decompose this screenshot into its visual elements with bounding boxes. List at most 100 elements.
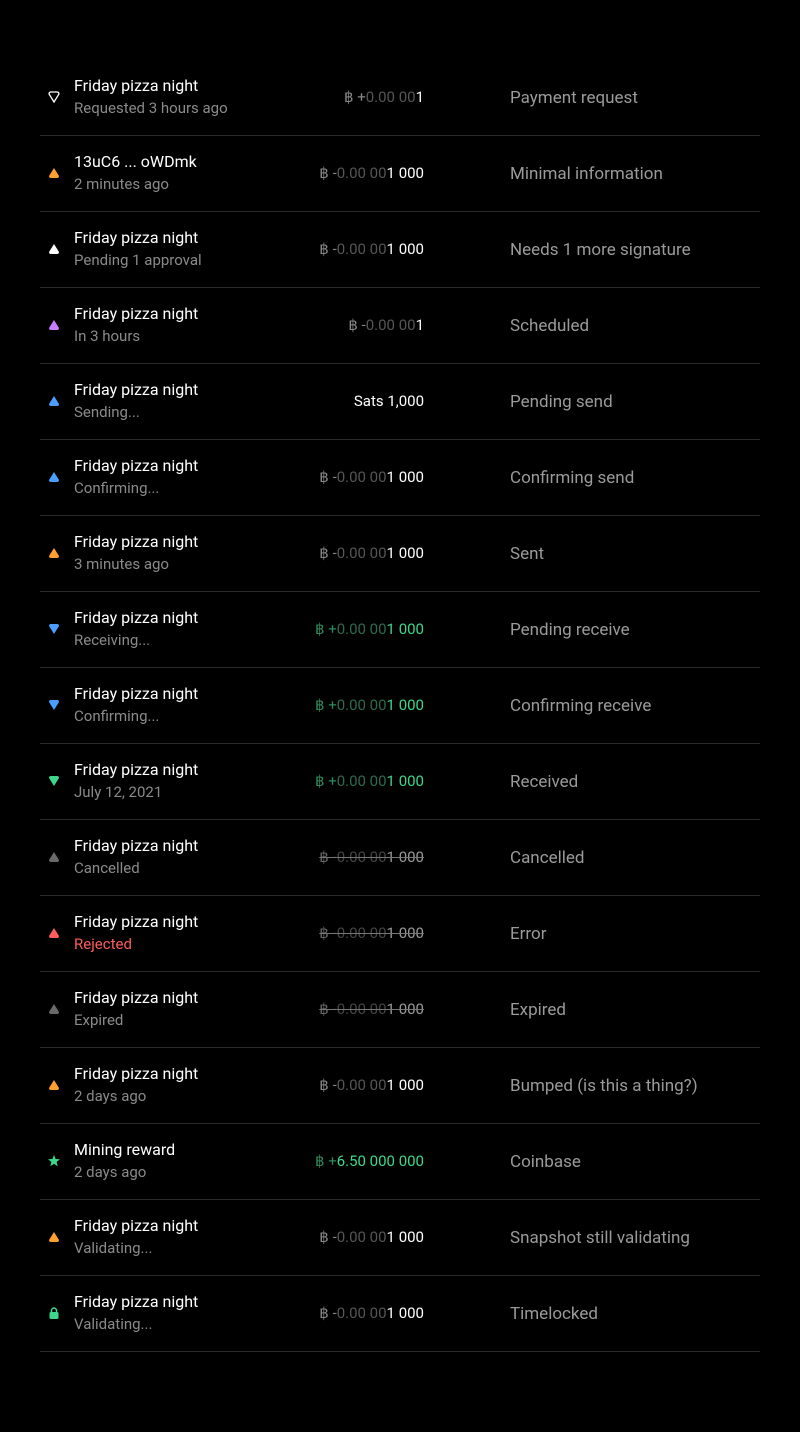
transaction-subtitle: Receiving... [74, 631, 254, 651]
transaction-row[interactable]: Friday pizza night Requested 3 hours ago… [40, 60, 760, 136]
transaction-subtitle: July 12, 2021 [74, 783, 254, 803]
transaction-subtitle: Pending 1 approval [74, 251, 254, 271]
transaction-title: Friday pizza night [74, 380, 254, 401]
transaction-description: Minimal information [510, 164, 663, 184]
transaction-row[interactable]: Friday pizza night Validating... ฿ -0.00… [40, 1276, 760, 1352]
transaction-amount: ฿ -0.00 001 [254, 316, 424, 334]
transaction-subtitle: In 3 hours [74, 327, 254, 347]
transaction-subtitle: Confirming... [74, 479, 254, 499]
transaction-amount: ฿ -0.00 001 000 [254, 544, 424, 562]
transaction-amount: ฿ -0.00 001 000 [254, 164, 424, 182]
transaction-description: Needs 1 more signature [510, 240, 691, 260]
transaction-row[interactable]: Friday pizza night In 3 hours ฿ -0.00 00… [40, 288, 760, 364]
transaction-description: Payment request [510, 88, 638, 108]
triangle-up-icon [40, 1002, 68, 1016]
transaction-subtitle: Sending... [74, 403, 254, 423]
transaction-description: Snapshot still validating [510, 1228, 690, 1248]
transaction-row[interactable]: Friday pizza night Rejected ฿ -0.00 001 … [40, 896, 760, 972]
transaction-amount: ฿ -0.00 001 000 [254, 240, 424, 258]
transaction-row[interactable]: Friday pizza night 3 minutes ago ฿ -0.00… [40, 516, 760, 592]
transaction-amount: Sats 1,000 [254, 392, 424, 410]
transaction-amount: ฿ -0.00 001 000 [254, 848, 424, 866]
star-icon [40, 1154, 68, 1168]
transaction-amount: ฿ +6.50 000 000 [254, 1152, 424, 1170]
transaction-row[interactable]: 13uC6 ... oWDmk 2 minutes ago ฿ -0.00 00… [40, 136, 760, 212]
transaction-subtitle: Rejected [74, 935, 254, 955]
transaction-description: Confirming send [510, 468, 634, 488]
triangle-up-icon [40, 1230, 68, 1244]
triangle-down-icon [40, 698, 68, 712]
transaction-amount: ฿ -0.00 001 000 [254, 1000, 424, 1018]
transaction-title: 13uC6 ... oWDmk [74, 152, 254, 173]
transaction-row[interactable]: Mining reward 2 days ago ฿ +6.50 000 000… [40, 1124, 760, 1200]
transaction-description: Coinbase [510, 1152, 581, 1172]
transaction-subtitle: Validating... [74, 1315, 254, 1335]
transaction-row[interactable]: Friday pizza night Receiving... ฿ +0.00 … [40, 592, 760, 668]
triangle-up-icon [40, 394, 68, 408]
transaction-description: Received [510, 772, 578, 792]
transaction-description: Pending receive [510, 620, 630, 640]
transaction-row[interactable]: Friday pizza night Pending 1 approval ฿ … [40, 212, 760, 288]
transaction-title: Friday pizza night [74, 456, 254, 477]
triangle-down-icon [40, 774, 68, 788]
transaction-row[interactable]: Friday pizza night Validating... ฿ -0.00… [40, 1200, 760, 1276]
transaction-amount: ฿ -0.00 001 000 [254, 1228, 424, 1246]
transaction-row[interactable]: Friday pizza night Expired ฿ -0.00 001 0… [40, 972, 760, 1048]
triangle-up-icon [40, 1078, 68, 1092]
transaction-title: Friday pizza night [74, 684, 254, 705]
transaction-title: Friday pizza night [74, 1216, 254, 1237]
transaction-subtitle: Validating... [74, 1239, 254, 1259]
transaction-description: Timelocked [510, 1304, 598, 1324]
transaction-row[interactable]: Friday pizza night Confirming... ฿ -0.00… [40, 440, 760, 516]
transaction-description: Cancelled [510, 848, 584, 868]
transaction-row[interactable]: Friday pizza night Confirming... ฿ +0.00… [40, 668, 760, 744]
transaction-list: Friday pizza night Requested 3 hours ago… [40, 60, 760, 1352]
transaction-description: Expired [510, 1000, 566, 1020]
triangle-down-icon [40, 622, 68, 636]
triangle-up-icon [40, 546, 68, 560]
transaction-title: Friday pizza night [74, 228, 254, 249]
transaction-description: Confirming receive [510, 696, 651, 716]
transaction-title: Friday pizza night [74, 760, 254, 781]
transaction-amount: ฿ +0.00 001 000 [254, 620, 424, 638]
transaction-subtitle: 3 minutes ago [74, 555, 254, 575]
transaction-subtitle: 2 minutes ago [74, 175, 254, 195]
triangle-down-outline-icon [40, 90, 68, 104]
transaction-amount: ฿ +0.00 001 000 [254, 696, 424, 714]
triangle-up-icon [40, 470, 68, 484]
transaction-title: Friday pizza night [74, 608, 254, 629]
transaction-subtitle: Requested 3 hours ago [74, 99, 254, 119]
lock-icon [40, 1306, 68, 1320]
transaction-subtitle: 2 days ago [74, 1087, 254, 1107]
transaction-row[interactable]: Friday pizza night 2 days ago ฿ -0.00 00… [40, 1048, 760, 1124]
transaction-amount: ฿ -0.00 001 000 [254, 924, 424, 942]
triangle-up-icon [40, 318, 68, 332]
transaction-subtitle: Expired [74, 1011, 254, 1031]
transaction-amount: ฿ -0.00 001 000 [254, 468, 424, 486]
transaction-amount: ฿ +0.00 001 [254, 88, 424, 106]
transaction-row[interactable]: Friday pizza night July 12, 2021 ฿ +0.00… [40, 744, 760, 820]
transaction-subtitle: Cancelled [74, 859, 254, 879]
transaction-amount: ฿ -0.00 001 000 [254, 1304, 424, 1322]
transaction-title: Friday pizza night [74, 304, 254, 325]
transaction-title: Friday pizza night [74, 76, 254, 97]
transaction-title: Friday pizza night [74, 912, 254, 933]
transaction-description: Bumped (is this a thing?) [510, 1076, 698, 1096]
transaction-title: Friday pizza night [74, 532, 254, 553]
transaction-subtitle: Confirming... [74, 707, 254, 727]
transaction-title: Friday pizza night [74, 1064, 254, 1085]
transaction-description: Sent [510, 544, 544, 564]
transaction-description: Scheduled [510, 316, 589, 336]
transaction-row[interactable]: Friday pizza night Cancelled ฿ -0.00 001… [40, 820, 760, 896]
transaction-description: Pending send [510, 392, 613, 412]
transaction-subtitle: 2 days ago [74, 1163, 254, 1183]
transaction-row[interactable]: Friday pizza night Sending... Sats 1,000… [40, 364, 760, 440]
transaction-amount: ฿ -0.00 001 000 [254, 1076, 424, 1094]
triangle-up-icon [40, 850, 68, 864]
transaction-title: Friday pizza night [74, 836, 254, 857]
transaction-description: Error [510, 924, 546, 944]
transaction-amount: ฿ +0.00 001 000 [254, 772, 424, 790]
transaction-title: Friday pizza night [74, 1292, 254, 1313]
triangle-up-icon [40, 166, 68, 180]
triangle-up-icon [40, 926, 68, 940]
